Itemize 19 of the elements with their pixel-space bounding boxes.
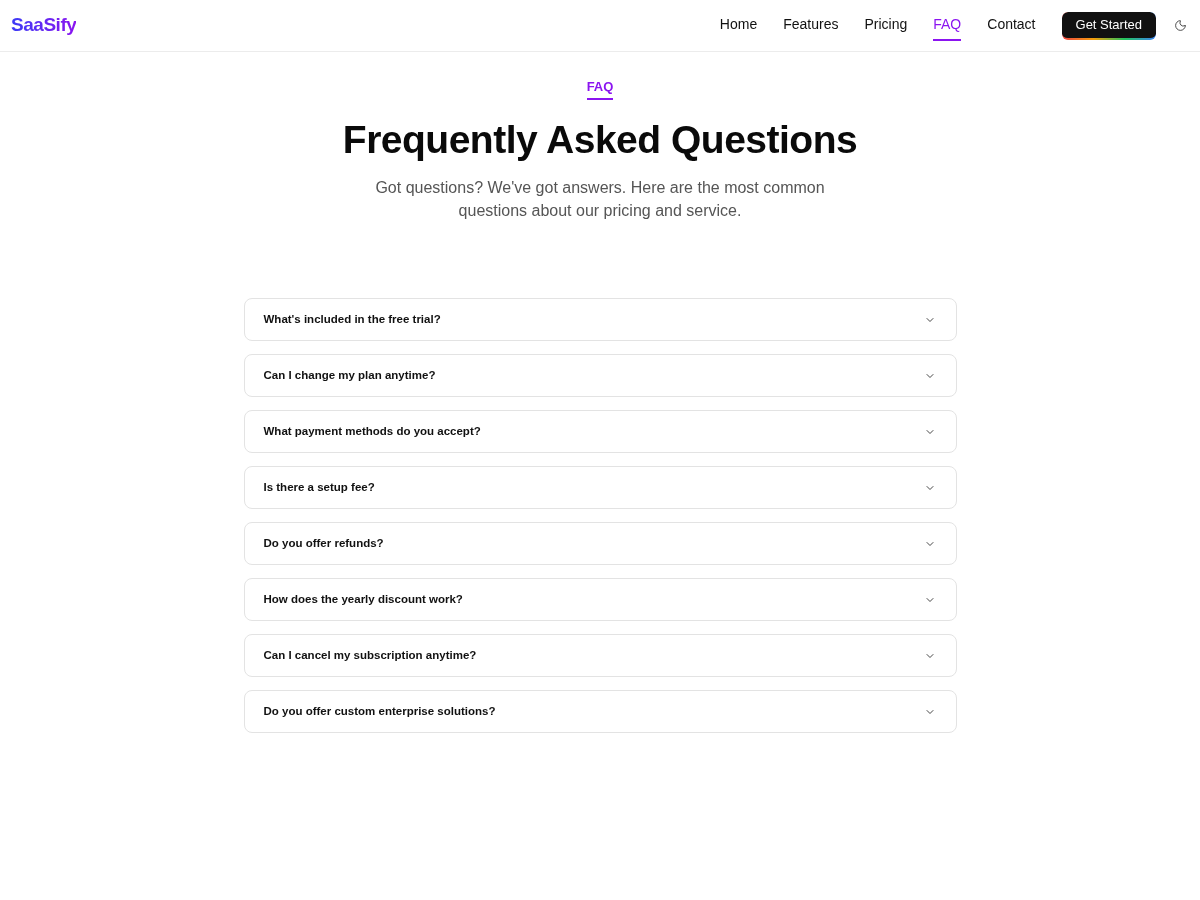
faq-question-row[interactable]: What payment methods do you accept?	[243, 410, 957, 453]
faq-question-row[interactable]: Do you offer custom enterprise solutions?	[243, 690, 957, 733]
faq-question-row[interactable]: Is there a setup fee?	[243, 466, 957, 509]
nav-link[interactable]: Pricing	[864, 10, 908, 41]
section-eyebrow: FAQ	[586, 79, 614, 100]
nav-link[interactable]: Contact	[987, 10, 1036, 41]
faq-question-row[interactable]: Can I change my plan anytime?	[243, 354, 957, 397]
page-subtitle: Got questions? We've got answers. Here are the most common questions about our pricing and service.	[374, 178, 826, 221]
get-started-button[interactable]: Get Started	[1061, 11, 1156, 40]
nav-link[interactable]: Features	[783, 10, 839, 41]
faq-question-row[interactable]: Do you offer refunds?	[243, 522, 957, 565]
faq-question-row[interactable]: Can I cancel my subscription anytime?	[243, 634, 957, 677]
faq-question-row[interactable]: How does the yearly discount work?	[243, 578, 957, 621]
moon-icon	[1173, 19, 1187, 32]
faq-question-row[interactable]: What's included in the free trial?	[243, 298, 957, 341]
page-heading: Frequently Asked Questions	[342, 117, 858, 163]
nav-link[interactable]: Home	[719, 10, 758, 41]
dark-mode-toggle[interactable]	[1172, 17, 1188, 34]
nav-link[interactable]: FAQ	[933, 10, 962, 41]
